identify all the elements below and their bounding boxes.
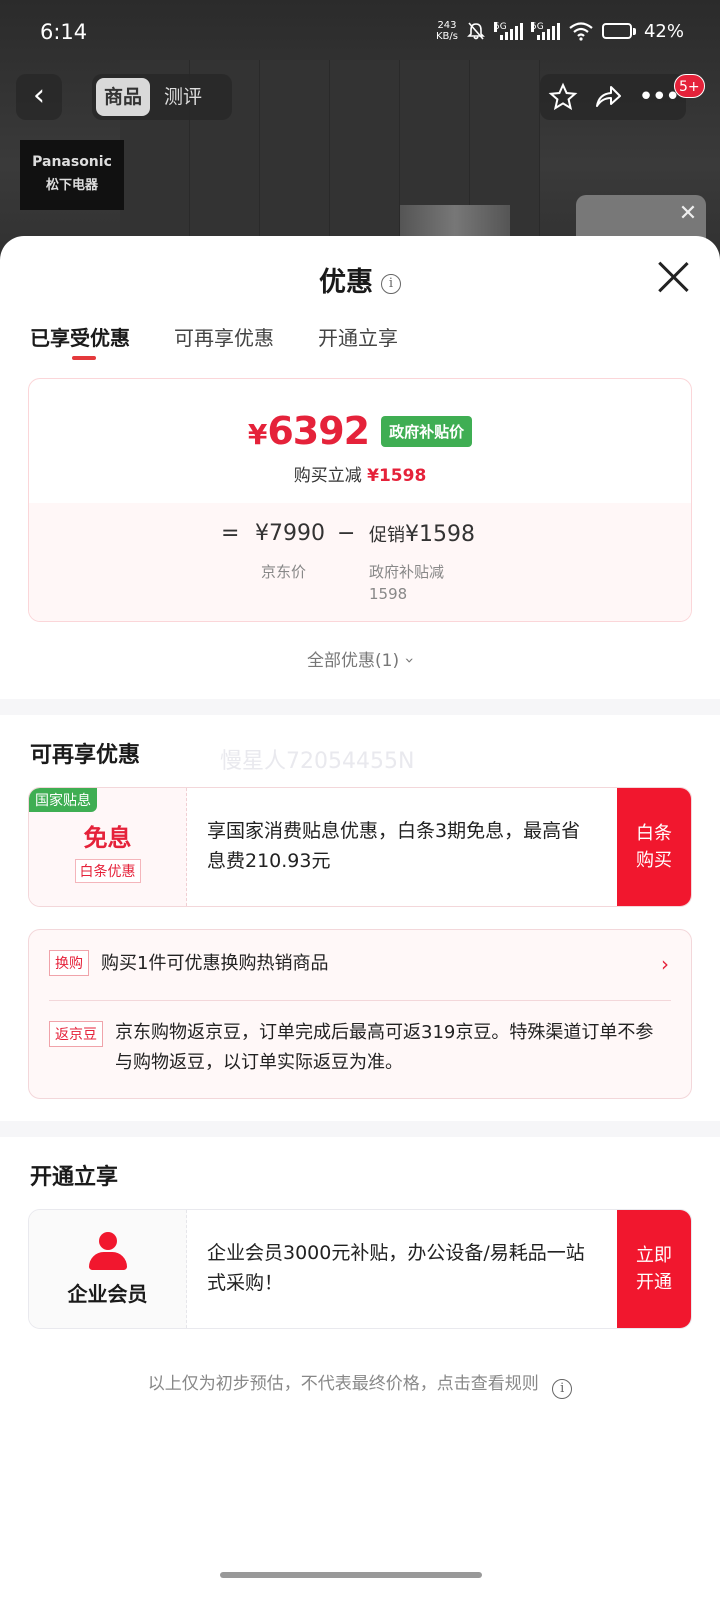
member-label: 企业会员	[67, 1282, 148, 1306]
promo-amount: 促销¥1598	[369, 521, 475, 547]
discount-sheet: 优惠 i 已享受优惠 可再享优惠 开通立享 ¥6392 政府补贴价 购买立减 ¥1…	[0, 236, 720, 1600]
baitiao-buy-button[interactable]: 白条 购买	[617, 788, 691, 906]
member-description: 企业会员3000元补贴，办公设备/易耗品一站式采购！	[207, 1242, 585, 1294]
chevron-left-icon: ‹	[33, 78, 45, 113]
battery-percent: 42%	[643, 20, 684, 42]
promo-label: 促销	[369, 525, 405, 546]
sheet-header: 优惠 i	[0, 236, 720, 320]
enterprise-member-card[interactable]: 企业会员 企业会员3000元补贴，办公设备/易耗品一站式采购！ 立即 开通	[28, 1209, 692, 1329]
minus-sign: −	[337, 521, 356, 546]
member-badge: 企业会员	[29, 1210, 187, 1328]
mute-bell-icon	[467, 22, 485, 40]
gov-subsidy-tag: 政府补贴价	[381, 415, 473, 447]
brand-logo-en: Panasonic	[32, 154, 112, 170]
brand-logo: Panasonic 松下电器	[20, 140, 124, 210]
interest-free-offer-card[interactable]: 国家贴息 免息 白条优惠 享国家消费贴息优惠，白条3期免息，最高省息费210.9…	[28, 787, 692, 907]
tab-open-to-enjoy[interactable]: 开通立享	[318, 320, 398, 366]
all-promos-label: 全部优惠(1)	[307, 651, 400, 671]
wifi-icon	[569, 22, 593, 41]
more-offers-title: 可再享优惠 慢星人72054455N	[0, 715, 720, 787]
open-now-line2: 开通	[636, 1272, 672, 1293]
more-offers-title-text: 可再享优惠	[30, 743, 141, 768]
open-now-line1: 立即	[636, 1245, 672, 1266]
battery-icon	[601, 23, 636, 39]
jd-price-value: ¥7990	[255, 521, 325, 546]
instant-reduce-label: 购买立减	[293, 466, 362, 486]
section-divider	[0, 1121, 720, 1137]
baitiao-buy-line1: 白条	[636, 823, 672, 844]
open-to-enjoy-title: 开通立享	[30, 1165, 119, 1190]
signal-1-tag: 5G	[493, 22, 507, 32]
jd-beans-chip: 返京豆	[49, 1021, 103, 1047]
top-navigation: ‹ 商品 测评 •••	[0, 72, 720, 122]
jd-price-label: 京东价	[261, 563, 307, 581]
sheet-title-text: 优惠	[319, 267, 373, 298]
divider	[49, 1000, 671, 1001]
open-now-button[interactable]: 立即 开通	[617, 1210, 691, 1328]
offer-badge: 国家贴息 免息 白条优惠	[29, 788, 187, 906]
close-icon[interactable]	[656, 260, 690, 294]
signal-2-tag: 5G	[530, 22, 544, 32]
promo-value: ¥1598	[405, 522, 475, 547]
interest-free-label: 免息	[83, 823, 132, 852]
national-interest-tag: 国家贴息	[29, 788, 97, 812]
list-item-jd-beans: 返京豆 京东购物返京豆，订单完成后最高可返319京豆。特殊渠道订单不参与购物返豆…	[49, 1018, 671, 1078]
disclaimer-text: 以上仅为初步预估，不代表最终价格，点击查看规则	[147, 1374, 539, 1394]
final-price-value: 6392	[267, 409, 370, 453]
brand-logo-cn: 松下电器	[45, 178, 98, 193]
promo-detail-line1: 政府补贴减	[369, 563, 445, 581]
baitiao-offer-chip: 白条优惠	[74, 859, 141, 883]
price-breakdown-card: ¥6392 政府补贴价 购买立减 ¥1598 = ¥7990 − 促销¥1598…	[28, 378, 692, 622]
user-watermark: 慢星人72054455N	[220, 749, 415, 774]
status-time: 6:14	[40, 20, 88, 44]
jd-beans-text: 京东购物返京豆，订单完成后最高可返319京豆。特殊渠道订单不参与购物返豆，以订单…	[115, 1022, 654, 1073]
list-item-trade-in[interactable]: 换购 购买1件可优惠换购热销商品	[49, 950, 671, 978]
user-icon	[88, 1232, 128, 1270]
final-price-section: ¥6392 政府补贴价 购买立减 ¥1598	[29, 379, 691, 503]
share-icon[interactable]	[593, 82, 623, 112]
status-bar: 6:14 243 KB/s 5G 5G 42%	[0, 0, 720, 66]
baitiao-buy-line2: 购买	[636, 850, 672, 871]
info-icon: i	[552, 1379, 573, 1399]
promo-detail-line2: 1598	[369, 585, 408, 603]
more-icon[interactable]: •••	[638, 82, 680, 112]
star-icon[interactable]	[548, 82, 578, 112]
currency-symbol: ¥	[247, 418, 268, 451]
instant-reduce-value: ¥1598	[367, 466, 427, 486]
promo-detail: 政府补贴减 1598	[369, 561, 444, 605]
tab-enjoyed[interactable]: 已享受优惠	[30, 320, 130, 366]
action-buttons: •••	[540, 74, 686, 120]
thumbnail-close-icon[interactable]: ✕	[674, 200, 702, 228]
segment-control: 商品 测评	[92, 74, 232, 120]
info-icon[interactable]: i	[381, 274, 401, 294]
segment-product[interactable]: 商品	[96, 78, 151, 116]
back-button[interactable]: ‹	[16, 74, 62, 120]
network-speed-unit: KB/s	[435, 31, 458, 42]
segment-review[interactable]: 测评	[156, 78, 210, 116]
sheet-title: 优惠 i	[0, 260, 720, 299]
price-formula-section: = ¥7990 − 促销¥1598 京东价 政府补贴减 1598	[29, 503, 691, 621]
chevron-down-icon: ›	[400, 657, 420, 664]
signal-2-icon: 5G	[530, 22, 560, 40]
signal-1-icon: 5G	[493, 22, 523, 40]
discount-tabs: 已享受优惠 可再享优惠 开通立享	[0, 320, 720, 366]
all-promos-toggle[interactable]: 全部优惠(1) ›	[0, 646, 720, 671]
network-speed-value: 243	[437, 20, 457, 31]
instant-reduce-line: 购买立减 ¥1598	[29, 461, 691, 486]
promo-list: 换购 购买1件可优惠换购热销商品 › 返京豆 京东购物返京豆，订单完成后最高可返…	[28, 929, 692, 1099]
network-speed: 243 KB/s	[436, 20, 458, 42]
tab-more-available[interactable]: 可再享优惠	[174, 320, 274, 366]
equals-sign: =	[221, 521, 240, 546]
trade-in-chip: 换购	[49, 950, 89, 976]
chevron-right-icon[interactable]: ›	[661, 952, 669, 976]
section-divider	[0, 699, 720, 715]
final-price: ¥6392 政府补贴价	[247, 409, 473, 453]
message-badge: 5+	[674, 74, 705, 98]
rules-disclaimer[interactable]: 以上仅为初步预估，不代表最终价格，点击查看规则 i	[0, 1369, 720, 1399]
trade-in-text: 购买1件可优惠换购热销商品	[101, 953, 329, 974]
offer-description: 享国家消费贴息优惠，白条3期免息，最高省息费210.93元	[207, 820, 581, 872]
status-icons: 243 KB/s 5G 5G 42%	[436, 20, 684, 42]
home-indicator[interactable]	[220, 1572, 482, 1578]
